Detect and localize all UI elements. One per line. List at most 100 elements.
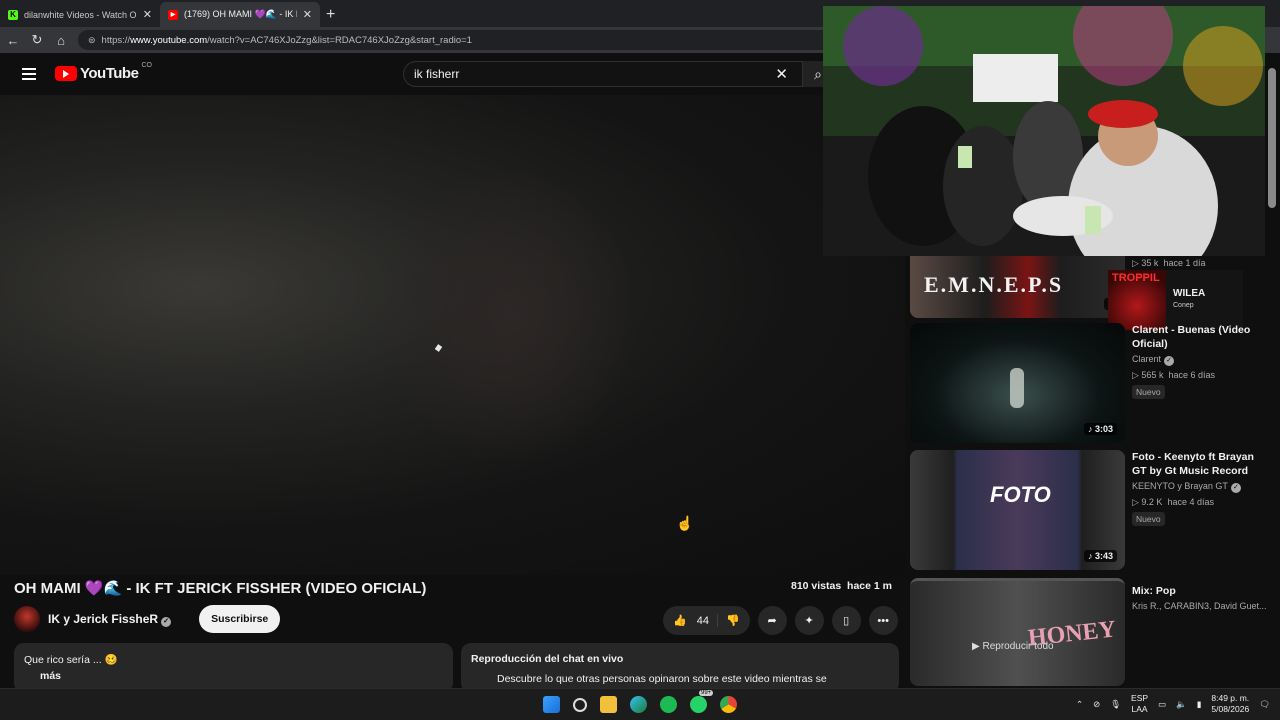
windows-start-icon[interactable] <box>543 696 560 713</box>
thumbnail-text: E.M.N.E.P.S <box>924 272 1064 297</box>
verified-icon: ✓ <box>1164 356 1175 366</box>
new-badge: Nuevo <box>1132 512 1165 526</box>
new-badge: Nuevo <box>1132 385 1165 399</box>
search-icon: ⌕ <box>814 65 822 82</box>
recommendation-channel[interactable]: KEENYTO y Brayan GT ✓ <box>1132 481 1260 493</box>
view-count: 810 vistas <box>790 580 842 592</box>
chat-replay-text: Descubre lo que otras personas opinaron … <box>497 673 827 685</box>
video-title: OH MAMI 💜🌊 - IK FT JERICK FISSHER (VIDEO… <box>14 580 427 597</box>
menu-icon[interactable] <box>22 68 36 83</box>
webcam-overlay <box>823 6 1265 256</box>
share-button[interactable]: ➦ <box>757 606 787 635</box>
site-info-icon[interactable]: ⊜ <box>88 35 96 46</box>
live-chat-replay: Reproducción del chat en vivo Descubre l… <box>461 643 899 693</box>
channel-name[interactable]: IK y Jerick FissheR ✓ <box>48 612 172 627</box>
volume-icon[interactable]: 🔈 <box>1176 699 1187 710</box>
tab-title: dilanwhite Videos - Watch On-De <box>24 9 137 20</box>
verified-icon: ✓ <box>161 616 172 627</box>
notifications-icon[interactable]: 🗨 <box>1259 699 1270 710</box>
recommendation-stats: ▷ 35 k hace 1 día <box>1132 258 1206 268</box>
thumbs-up-icon: 👍 <box>673 615 687 627</box>
chat-replay-title: Reproducción del chat en vivo <box>471 653 624 665</box>
more-icon: ••• <box>877 614 889 627</box>
notification-badge: 99+ <box>699 690 714 696</box>
youtube-play-icon <box>55 66 77 81</box>
recommendation-title[interactable]: Foto - Keenyto ft Brayan GT by Gt Music … <box>1132 450 1260 478</box>
video-thumbnail[interactable]: FOTO ♪ 3:43 <box>910 450 1125 570</box>
browser-tab-youtube[interactable]: ▶ (1769) OH MAMI 💜🌊 - IK FT JE ✕ <box>160 2 320 27</box>
recommendation-stats: ▷ 9.2 K hace 4 días <box>1132 497 1214 507</box>
video-thumbnail[interactable]: ♪ 3:03 <box>910 323 1125 443</box>
home-icon[interactable]: ⌂ <box>54 33 68 48</box>
spotify-icon[interactable] <box>660 696 677 713</box>
recommendation-channel[interactable]: Clarent ✓ <box>1132 354 1260 366</box>
windows-taskbar: 99+ ⌃ ⊘ 🎙 ESP LAA ▭ 🔈 ▮ 8:49 p. m. 5/08/20… <box>0 688 1280 720</box>
recommendation-info: Clarent - Buenas (Video Oficial) Clarent… <box>1132 323 1260 399</box>
logo-text: YouTube <box>80 65 139 82</box>
thumbnail-figure <box>1010 368 1024 408</box>
youtube-icon: ▶ <box>168 9 178 20</box>
video-player[interactable]: ☝ <box>0 95 905 575</box>
recommendation-info: ▷ 35 k hace 1 día <box>1132 256 1260 269</box>
ask-ai-button[interactable]: ✦ <box>794 606 824 635</box>
mouse-cursor-icon: ☝ <box>676 515 694 531</box>
mix-thumbnail[interactable]: HONEY ▶ Reproducir todo <box>910 578 1125 686</box>
channel-avatar[interactable] <box>14 606 40 632</box>
save-button[interactable]: ▯ <box>831 606 861 635</box>
network-off-icon[interactable]: ⊘ <box>1093 699 1100 710</box>
chevron-up-icon[interactable]: ⌃ <box>1076 699 1083 710</box>
search-input[interactable]: ik fisherr ✕ <box>403 61 803 87</box>
search-value: ik fisherr <box>414 67 460 81</box>
back-arrow-icon[interactable]: ← <box>6 33 20 48</box>
input-language[interactable]: ESP LAA <box>1131 693 1148 715</box>
like-dislike-group: 👍 44 👎 <box>663 606 750 635</box>
play-all-overlay: ▶ Reproducir todo <box>972 641 1054 652</box>
youtube-logo[interactable]: YouTube CO <box>55 62 152 82</box>
mini-overlay-card: TROPPIL WILEA Conep <box>1108 270 1243 330</box>
close-icon[interactable]: ✕ <box>303 8 312 21</box>
url-prefix: https:// <box>101 34 131 46</box>
scrollbar-thumb[interactable] <box>1268 68 1276 208</box>
search-icon[interactable] <box>573 697 587 712</box>
close-icon[interactable]: ✕ <box>143 8 152 21</box>
more-actions-button[interactable]: ••• <box>868 606 898 635</box>
video-frame-shade <box>380 165 640 465</box>
reload-icon[interactable]: ↻ <box>30 32 44 48</box>
webcam-scene <box>823 6 1265 256</box>
chrome-icon[interactable] <box>720 696 737 713</box>
file-explorer-icon[interactable] <box>600 696 617 713</box>
recommendation-channel: Kris R., CARABIN3, David Guet... <box>1132 601 1267 611</box>
kick-icon: K <box>8 9 18 20</box>
browser-tab-kick[interactable]: K dilanwhite Videos - Watch On-De ✕ <box>0 2 160 27</box>
sparkle-icon: ✦ <box>804 615 814 627</box>
network-icon[interactable]: ▭ <box>1158 699 1166 710</box>
video-stats: 810 vistas hace 1 m <box>791 580 892 592</box>
more-link[interactable]: más <box>40 670 443 682</box>
overlay-tag: TROPPIL <box>1112 272 1160 284</box>
battery-icon[interactable]: ▮ <box>1197 699 1202 710</box>
duration-badge: ♪ 3:03 <box>1083 423 1117 435</box>
new-tab-icon[interactable]: + <box>326 6 335 24</box>
like-button[interactable]: 👍 44 <box>673 614 718 627</box>
page-scrollbar[interactable] <box>1268 60 1276 684</box>
description-text: Que rico sería ... 🥴 <box>24 654 118 666</box>
like-count: 44 <box>696 614 709 627</box>
whatsapp-icon[interactable]: 99+ <box>690 690 714 713</box>
description-box[interactable]: Que rico sería ... 🥴 más <box>14 643 453 693</box>
thumbnail-text: FOTO <box>990 482 1051 507</box>
url-domain: www.youtube.com <box>130 34 208 46</box>
clock[interactable]: 8:49 p. m. 5/08/2026 <box>1211 693 1249 715</box>
country-code: CO <box>141 62 152 69</box>
taskbar-apps: 99+ <box>543 690 737 713</box>
bookmark-icon: ▯ <box>843 615 850 627</box>
recommendation-title[interactable]: Mix: Pop <box>1132 584 1260 598</box>
edge-icon[interactable] <box>630 696 647 713</box>
subscribe-button[interactable]: Suscribirse <box>199 605 281 633</box>
microphone-icon[interactable]: 🎙 <box>1110 699 1121 710</box>
clear-search-icon[interactable]: ✕ <box>775 65 788 83</box>
thumbs-down-icon[interactable]: 👎 <box>726 614 740 627</box>
upload-age: hace 1 m <box>847 580 892 592</box>
recommendation-title[interactable]: Clarent - Buenas (Video Oficial) <box>1132 323 1260 351</box>
video-thumbnail[interactable]: E.M.N.E.P.S 3 <box>910 256 1125 318</box>
recommendation-info: Mix: Pop Kris R., CARABIN3, David Guet..… <box>1132 584 1267 611</box>
